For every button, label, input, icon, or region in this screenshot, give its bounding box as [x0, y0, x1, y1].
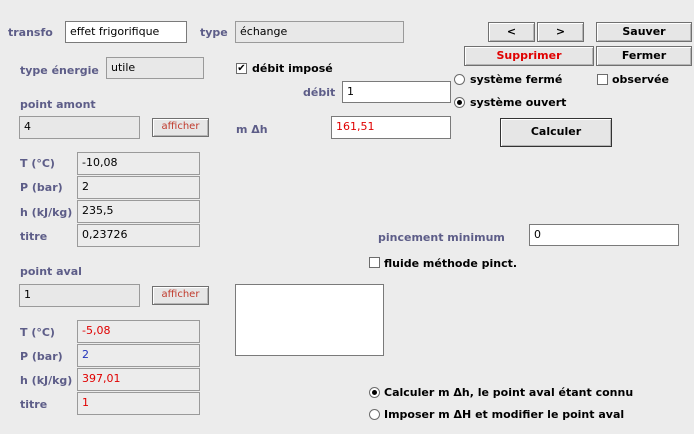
debit-impose-checkbox[interactable]: ✔ [236, 63, 247, 74]
debit-input[interactable]: 1 [342, 81, 451, 103]
amont-titre-value: 0,23726 [77, 224, 200, 247]
point-aval-field: 1 [19, 284, 140, 307]
next-button[interactable]: > [537, 22, 584, 42]
amont-h-label: h (kJ/kg) [20, 206, 73, 219]
aval-titre-label: titre [20, 398, 48, 411]
amont-titre-label: titre [20, 230, 48, 243]
type-label: type [200, 26, 228, 39]
aval-h-value: 397,01 [77, 368, 200, 391]
mode-calculer-radio[interactable] [369, 387, 380, 398]
debit-label: débit [303, 86, 336, 99]
prev-button[interactable]: < [488, 22, 535, 42]
amont-t-label: T (°C) [20, 157, 55, 170]
systeme-ferme-radio[interactable] [454, 74, 465, 85]
aval-titre-value: 1 [77, 392, 200, 415]
mdh-input[interactable]: 161,51 [331, 116, 451, 139]
close-button[interactable]: Fermer [596, 46, 692, 66]
save-button[interactable]: Sauver [596, 22, 692, 42]
aval-p-value: 2 [77, 344, 200, 367]
notes-panel[interactable] [235, 284, 384, 356]
transfo-input[interactable]: effet frigorifique [65, 21, 187, 43]
observee-label: observée [612, 73, 669, 86]
fluide-methode-label: fluide méthode pinct. [384, 257, 518, 270]
amont-p-value: 2 [77, 176, 200, 199]
mode-imposer-label: Imposer m ΔH et modifier le point aval [384, 408, 625, 421]
energy-type-field: utile [106, 57, 204, 79]
point-aval-title: point aval [20, 265, 82, 278]
systeme-ouvert-label: système ouvert [470, 96, 567, 109]
afficher-aval-button[interactable]: afficher [152, 286, 209, 305]
aval-t-label: T (°C) [20, 326, 55, 339]
aval-p-label: P (bar) [20, 350, 63, 363]
amont-p-label: P (bar) [20, 181, 63, 194]
aval-h-label: h (kJ/kg) [20, 374, 73, 387]
fluide-methode-checkbox[interactable] [369, 257, 380, 268]
mode-calculer-label: Calculer m Δh, le point aval étant connu [384, 386, 634, 399]
amont-t-value: -10,08 [77, 152, 200, 175]
delete-button[interactable]: Supprimer [464, 46, 594, 66]
afficher-amont-button[interactable]: afficher [152, 118, 209, 137]
pincement-label: pincement minimum [378, 231, 505, 244]
mode-imposer-radio[interactable] [369, 409, 380, 420]
calculate-button[interactable]: Calculer [500, 118, 612, 147]
transfo-label: transfo [8, 26, 53, 39]
systeme-ouvert-radio[interactable] [454, 97, 465, 108]
energy-type-label: type énergie [20, 64, 99, 77]
observee-checkbox[interactable] [597, 74, 608, 85]
point-amont-title: point amont [20, 98, 96, 111]
mdh-label: m Δh [236, 123, 268, 136]
aval-t-value: -5,08 [77, 320, 200, 343]
point-amont-field: 4 [19, 116, 140, 139]
pincement-input[interactable]: 0 [529, 224, 679, 246]
amont-h-value: 235,5 [77, 200, 200, 223]
debit-impose-label: débit imposé [252, 62, 333, 75]
systeme-ferme-label: système fermé [470, 73, 563, 86]
type-field: échange [235, 21, 404, 43]
